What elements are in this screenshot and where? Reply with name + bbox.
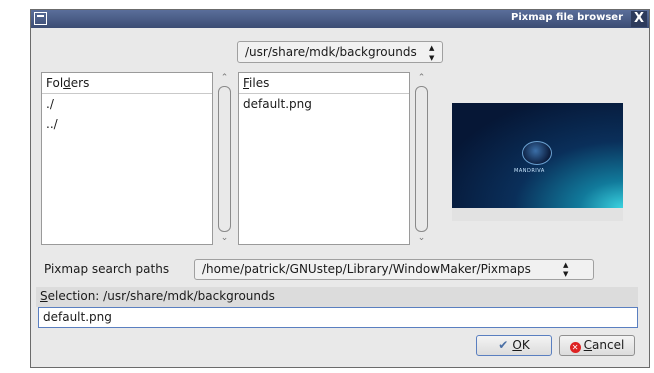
window-menu-icon[interactable]: [34, 12, 47, 25]
file-item[interactable]: default.png: [239, 94, 409, 114]
ok-button[interactable]: ✔ OK: [476, 335, 552, 356]
preview-label: MANDRIVA: [514, 168, 545, 174]
updown-arrows-icon: ▲▼: [563, 261, 569, 278]
image-preview: MANDRIVA: [452, 103, 623, 208]
files-scroll-knob[interactable]: [415, 86, 428, 232]
filename-input[interactable]: default.png: [38, 307, 638, 328]
selection-label: Selection: /usr/share/mdk/backgrounds: [40, 289, 275, 303]
desktop-background-left: [0, 0, 30, 373]
path-selector-value: /usr/share/mdk/backgrounds: [245, 45, 417, 59]
preview-logo-icon: [522, 141, 552, 165]
updown-arrows-icon: ▲▼: [429, 44, 435, 62]
check-icon: ✔: [498, 338, 509, 352]
scroll-down-icon[interactable]: ⌄: [217, 232, 232, 244]
desktop-background-bottom: [0, 368, 654, 373]
search-paths-selector[interactable]: /home/patrick/GNUstep/Library/WindowMake…: [194, 259, 594, 280]
search-paths-label: Pixmap search paths: [44, 262, 170, 276]
folder-item-parent[interactable]: ../: [42, 114, 212, 134]
files-list[interactable]: Files default.png: [238, 72, 410, 245]
scroll-down-icon[interactable]: ⌄: [414, 232, 429, 244]
cancel-icon: ✕: [569, 342, 581, 353]
folder-item-current[interactable]: ./: [42, 94, 212, 114]
search-paths-value: /home/patrick/GNUstep/Library/WindowMake…: [202, 262, 531, 276]
cancel-button[interactable]: ✕ Cancel: [559, 335, 635, 356]
selection-bar: Selection: /usr/share/mdk/backgrounds: [36, 287, 638, 307]
path-selector[interactable]: /usr/share/mdk/backgrounds ▲▼: [237, 41, 443, 63]
folders-scroll-knob[interactable]: [218, 86, 231, 232]
pixmap-file-browser-window: Pixmap file browser X /usr/share/mdk/bac…: [30, 9, 650, 368]
files-scrollbar[interactable]: ⌃ ⌄: [414, 72, 429, 245]
folders-scrollbar[interactable]: ⌃ ⌄: [217, 72, 232, 245]
window-title: Pixmap file browser: [511, 12, 623, 23]
title-bar[interactable]: Pixmap file browser X: [31, 10, 649, 28]
scroll-up-icon[interactable]: ⌃: [217, 72, 232, 84]
image-preview-frame: MANDRIVA: [452, 103, 623, 221]
files-header: Files: [239, 73, 409, 94]
close-icon[interactable]: X: [631, 11, 647, 27]
folders-list[interactable]: Folders ./ ../: [41, 72, 213, 245]
scroll-up-icon[interactable]: ⌃: [414, 72, 429, 84]
folders-header: Folders: [42, 73, 212, 94]
